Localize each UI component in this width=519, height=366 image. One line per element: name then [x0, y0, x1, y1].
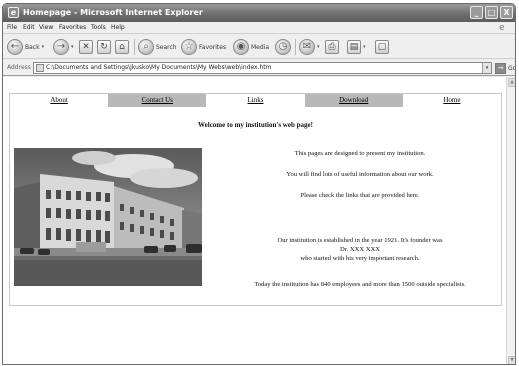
stop-button[interactable]: ✕: [79, 38, 93, 56]
address-input[interactable]: C:\Documents and Settings\jkusko\My Docu…: [33, 62, 492, 74]
refresh-button[interactable]: ↻: [97, 38, 111, 56]
minimize-button[interactable]: _: [470, 6, 483, 19]
go-arrow-icon: →: [495, 62, 506, 74]
home-icon: ⌂: [115, 40, 129, 54]
navigation-table: About Contact Us Links Download Home: [10, 94, 501, 107]
internet-explorer-icon: e: [8, 7, 19, 18]
menu-file[interactable]: File: [7, 24, 17, 31]
home-button[interactable]: ⌂: [115, 38, 129, 56]
menu-bar: File Edit View Favorites Tools Help e: [3, 22, 515, 34]
search-icon: ⌕: [138, 39, 154, 55]
chevron-down-icon: ▾: [317, 44, 320, 50]
windows-flag-icon: e: [499, 23, 505, 33]
media-icon: ◉: [233, 39, 249, 55]
address-value: C:\Documents and Settings\jkusko\My Docu…: [46, 64, 272, 71]
menu-help[interactable]: Help: [111, 24, 125, 31]
search-label: Search: [156, 43, 177, 51]
close-button[interactable]: X: [500, 6, 513, 19]
intro-paragraph-3: Please check the links that are provided…: [300, 192, 420, 199]
window-title: Homepage - Microsoft Internet Explorer: [23, 8, 203, 17]
browser-window: e Homepage - Microsoft Internet Explorer…: [2, 3, 516, 365]
history-button[interactable]: ◷: [275, 38, 291, 56]
favorites-label: Favorites: [199, 43, 227, 51]
discuss-button[interactable]: ▢: [375, 38, 389, 56]
chevron-down-icon: ▾: [363, 44, 366, 50]
welcome-heading: Welcome to my institution's web page!: [198, 121, 313, 129]
mail-button[interactable]: ✉ ▾: [299, 38, 320, 56]
back-label: Back: [25, 43, 40, 51]
favorites-star-icon: ☆: [181, 39, 197, 55]
edit-icon: ▤: [347, 40, 361, 54]
forward-button[interactable]: → ▾: [53, 38, 74, 56]
vertical-scrollbar[interactable]: ▲ ▼: [506, 77, 515, 364]
history-line-3: who started with his very important rese…: [300, 255, 420, 262]
chevron-down-icon: ▾: [71, 44, 74, 50]
intro-paragraph-2: You will find lots of useful information…: [286, 171, 434, 178]
back-button[interactable]: ← Back ▾: [7, 38, 44, 56]
favorites-button[interactable]: ☆ Favorites: [181, 38, 226, 56]
title-bar[interactable]: e Homepage - Microsoft Internet Explorer…: [3, 4, 515, 22]
media-button[interactable]: ◉ Media: [233, 38, 269, 56]
edit-button[interactable]: ▤ ▾: [347, 38, 366, 56]
history-line-1: Our institution is established in the ye…: [277, 237, 443, 244]
intro-paragraph-1: This pages are designed to present my in…: [294, 150, 426, 157]
mail-icon: ✉: [299, 39, 315, 55]
media-label: Media: [251, 43, 270, 51]
stop-icon: ✕: [79, 40, 93, 54]
maximize-button[interactable]: □: [485, 6, 498, 19]
discuss-icon: ▢: [375, 40, 389, 54]
nav-link-home[interactable]: Home: [403, 94, 501, 107]
menu-edit[interactable]: Edit: [23, 24, 35, 31]
nav-link-download[interactable]: Download: [304, 94, 403, 107]
address-label: Address: [7, 64, 31, 71]
nav-link-contact-us[interactable]: Contact Us: [108, 94, 207, 107]
menu-tools[interactable]: Tools: [91, 24, 106, 31]
address-bar: Address C:\Documents and Settings\jkusko…: [3, 60, 515, 76]
back-arrow-icon: ←: [7, 39, 23, 55]
web-page: About Contact Us Links Download Home Wel…: [9, 93, 502, 306]
refresh-icon: ↻: [97, 40, 111, 54]
page-icon: [36, 64, 44, 72]
menu-view[interactable]: View: [39, 24, 53, 31]
toolbar-separator: [295, 39, 296, 55]
history-icon: ◷: [275, 39, 291, 55]
print-icon: ⎙: [325, 40, 339, 54]
forward-arrow-icon: →: [53, 39, 69, 55]
nav-link-links[interactable]: Links: [206, 94, 304, 107]
staff-paragraph: Today the institution has 840 employees …: [254, 281, 466, 288]
go-button[interactable]: → Go: [495, 62, 516, 74]
address-dropdown-icon[interactable]: ▾: [482, 63, 491, 73]
chevron-down-icon: ▾: [41, 44, 45, 50]
nav-link-about[interactable]: About: [10, 94, 108, 107]
page-content: About Contact Us Links Download Home Wel…: [3, 77, 506, 364]
menu-favorites[interactable]: Favorites: [59, 24, 86, 31]
go-label: Go: [508, 64, 516, 72]
toolbar-separator: [134, 39, 135, 55]
scroll-up-icon[interactable]: ▲: [508, 78, 515, 87]
standard-toolbar: ← Back ▾ → ▾ ✕ ↻ ⌂ ⌕ Search ☆ Favorites …: [3, 35, 515, 59]
institution-building-photo: [14, 148, 202, 286]
scroll-down-icon[interactable]: ▼: [508, 356, 515, 364]
search-button[interactable]: ⌕ Search: [138, 38, 177, 56]
history-line-2: Dr. XXX XXX: [339, 246, 381, 253]
print-button[interactable]: ⎙: [325, 38, 339, 56]
